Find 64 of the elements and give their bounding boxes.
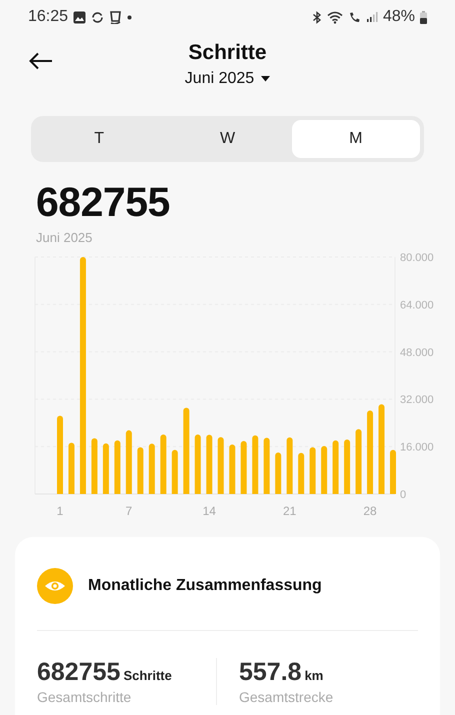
status-time: 16:25 <box>28 8 68 26</box>
chart-bar <box>148 444 155 494</box>
stat-unit: km <box>304 668 324 683</box>
eye-icon <box>37 568 73 604</box>
chart-bar <box>218 437 224 494</box>
chart-bar <box>310 447 316 494</box>
x-axis-label: 1 <box>56 504 64 518</box>
chart-bar <box>194 434 201 494</box>
y-axis-label: 48.000 <box>400 346 434 359</box>
chart-bar <box>206 434 212 494</box>
chart-bar <box>344 440 350 494</box>
stat-label: Gesamtstrecke <box>239 689 334 705</box>
back-arrow-icon <box>29 52 53 70</box>
battery-icon <box>420 10 427 24</box>
stat-unit: Schritte <box>123 668 172 683</box>
chart-bar <box>102 443 109 494</box>
chart-bar <box>160 434 166 494</box>
page-title: Schritte <box>188 41 267 65</box>
chart-bar <box>390 450 396 494</box>
total-steps: 682755 <box>36 179 455 226</box>
chart-bar <box>356 429 362 494</box>
x-axis-label: 7 <box>126 504 132 518</box>
chart-bar <box>286 437 293 494</box>
chart-bar <box>126 430 132 494</box>
period-dropdown[interactable]: Juni 2025 <box>184 70 270 88</box>
period-tab[interactable]: T <box>35 120 164 158</box>
y-axis-label: 80.000 <box>400 252 434 264</box>
total-caption: Juni 2025 <box>36 230 94 245</box>
chart-bar <box>298 452 304 494</box>
chart-bar <box>229 444 236 494</box>
wifi-icon <box>326 10 343 24</box>
chart-bar <box>137 447 144 494</box>
caret-icon <box>261 76 270 82</box>
chart-bar <box>91 438 98 494</box>
y-axis-label: 32.000 <box>400 394 434 406</box>
y-axis-label: 0 <box>400 489 406 501</box>
y-axis-label: 64.000 <box>400 299 434 312</box>
bluetooth-icon <box>312 10 322 24</box>
x-axis-label: 14 <box>202 504 216 518</box>
period-tab[interactable]: M <box>292 120 420 158</box>
chart-bar <box>114 440 120 494</box>
gallery-icon <box>73 10 86 24</box>
summary-title: Monatliche Zusammenfassung <box>88 577 322 595</box>
chart-bar <box>332 440 339 494</box>
stat-value: 682755 <box>37 658 120 687</box>
stat-value: 557.8 <box>239 658 302 687</box>
battery-percent: 48% <box>382 8 415 26</box>
signal-icon <box>366 11 378 23</box>
dot-icon <box>127 14 132 20</box>
stat-label: Gesamtschritte <box>37 689 132 705</box>
period-tab[interactable]: W <box>163 120 292 158</box>
x-axis-label: 28 <box>363 504 377 518</box>
chart-bar <box>68 442 74 494</box>
chart-bar <box>264 438 270 494</box>
chart-bar <box>172 450 178 494</box>
chart-bar <box>275 452 282 494</box>
back-button[interactable] <box>29 52 53 70</box>
chart-bar <box>252 435 258 494</box>
sync-icon <box>91 10 104 24</box>
call-icon <box>348 10 361 24</box>
y-axis-label: 16.000 <box>400 442 434 454</box>
chart-bar <box>321 446 328 494</box>
x-axis-label: 21 <box>282 504 296 518</box>
chart-bar <box>240 440 247 494</box>
